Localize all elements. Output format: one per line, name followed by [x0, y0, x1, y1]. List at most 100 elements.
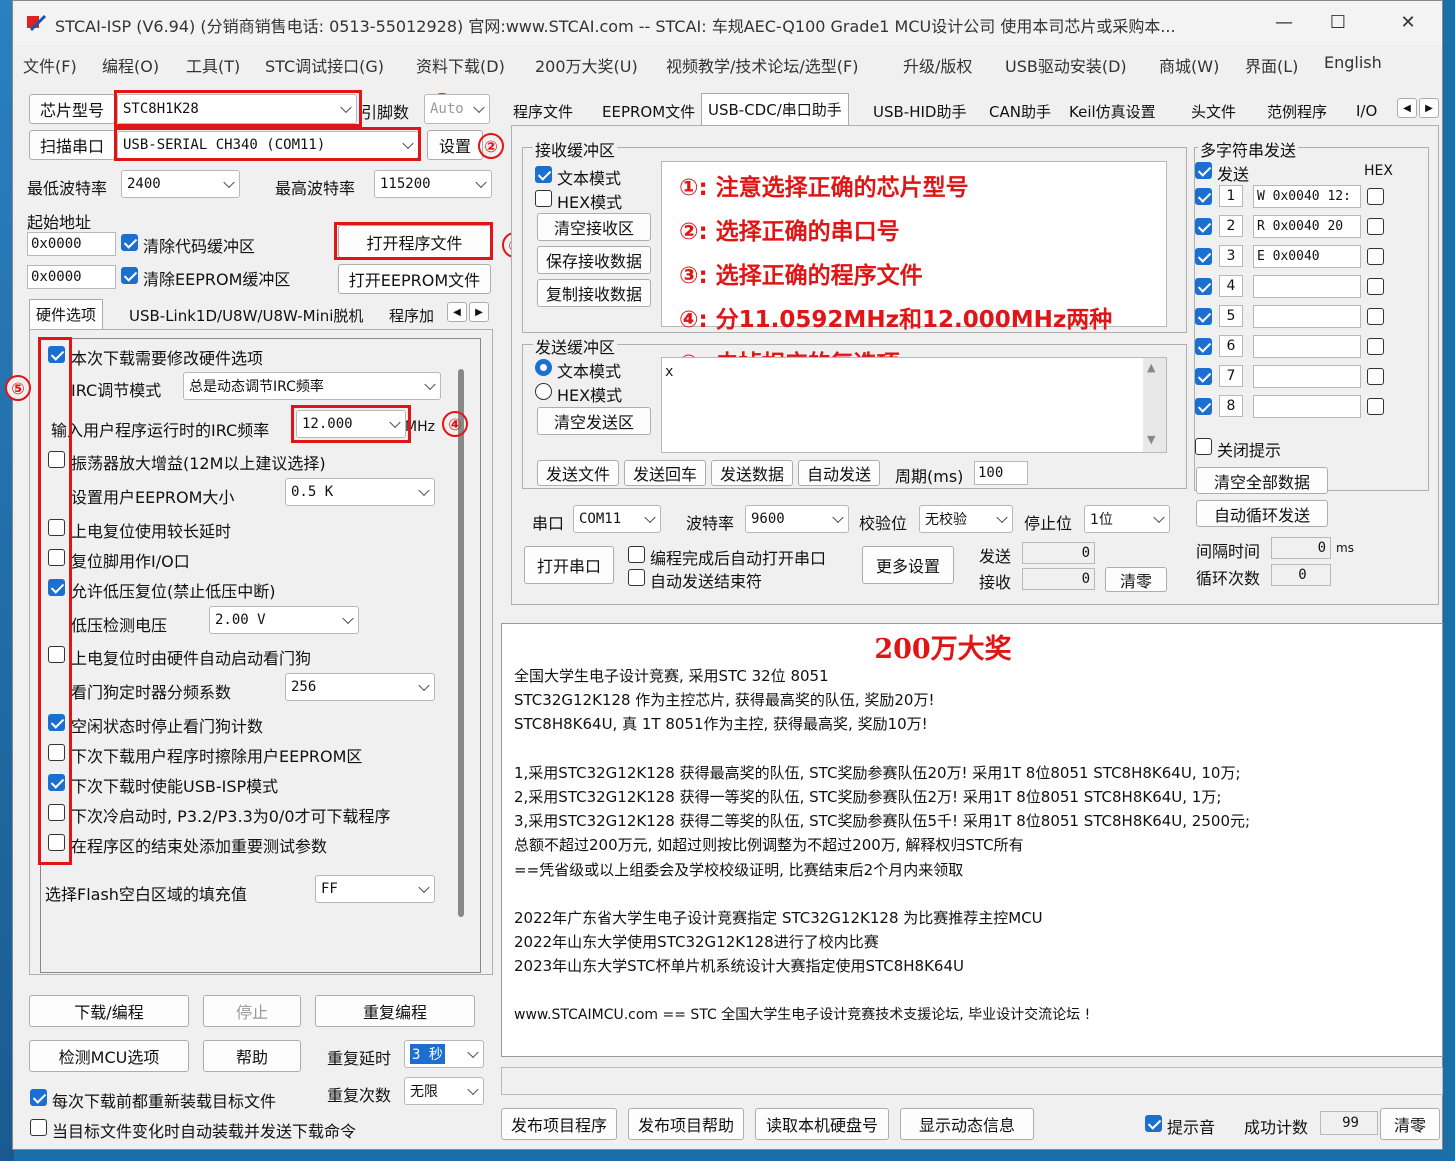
- reload-checkbox[interactable]: [30, 1089, 47, 1106]
- menu-file[interactable]: 文件(F): [23, 53, 77, 77]
- low-voltage-select[interactable]: 2.00 V: [209, 606, 359, 634]
- help-button[interactable]: 帮助: [203, 1040, 301, 1072]
- row-hex-checkbox[interactable]: [1367, 278, 1384, 295]
- code-address-input[interactable]: 0x0000: [27, 232, 116, 256]
- send-hex-mode-radio[interactable]: [535, 383, 552, 400]
- loop-count-input[interactable]: 0: [1271, 564, 1331, 586]
- row-hex-checkbox[interactable]: [1367, 188, 1384, 205]
- irc-mode-select[interactable]: 总是动态调节IRC频率: [183, 372, 441, 400]
- min-baud-select[interactable]: 2400: [121, 170, 240, 198]
- auto-loop-button[interactable]: 自动循环发送: [1196, 500, 1328, 527]
- menu-shop[interactable]: 商城(W): [1159, 53, 1219, 77]
- tab-scroll-right-icon[interactable]: ▶: [469, 302, 489, 322]
- pin-count-select[interactable]: Auto: [424, 94, 490, 124]
- open-eeprom-file-button[interactable]: 打开EEPROM文件: [338, 264, 491, 294]
- tab-examples[interactable]: 范例程序: [1261, 97, 1333, 125]
- close-tip-checkbox[interactable]: [1195, 438, 1212, 455]
- clear-recv-button[interactable]: 清空接收区: [537, 213, 651, 241]
- row-string-input[interactable]: [1253, 335, 1361, 358]
- watchdog-div-select[interactable]: 256: [285, 673, 435, 701]
- scan-port-button[interactable]: 扫描串口: [29, 130, 115, 160]
- auto-reload-checkbox[interactable]: [30, 1119, 47, 1136]
- send-file-button[interactable]: 发送文件: [537, 460, 619, 486]
- row-string-input[interactable]: E 0x0040: [1253, 245, 1361, 268]
- save-recv-button[interactable]: 保存接收数据: [537, 246, 651, 274]
- tab-serial-assistant[interactable]: USB-CDC/串口助手: [701, 93, 849, 125]
- row-hex-checkbox[interactable]: [1367, 368, 1384, 385]
- tab-hardware[interactable]: 硬件选项: [29, 299, 104, 329]
- row-hex-checkbox[interactable]: [1367, 338, 1384, 355]
- eeprom-size-select[interactable]: 0.5 K: [285, 478, 435, 506]
- tab-io[interactable]: I/O: [1350, 97, 1383, 125]
- row-number-button[interactable]: 6: [1219, 335, 1243, 357]
- tab-scroll-right-icon[interactable]: ▶: [1419, 98, 1439, 118]
- row-string-input[interactable]: [1253, 365, 1361, 388]
- menu-debug[interactable]: STC调试接口(G): [265, 53, 384, 77]
- scroll-down-icon[interactable]: ▼: [1147, 433, 1155, 446]
- max-baud-select[interactable]: 115200: [374, 170, 492, 198]
- clear-code-checkbox[interactable]: [121, 234, 138, 251]
- interval-input[interactable]: 0: [1271, 537, 1331, 559]
- row-string-input[interactable]: W 0x0040 12:: [1253, 185, 1361, 208]
- recv-hex-mode-checkbox[interactable]: [535, 190, 552, 207]
- repeat-delay-select[interactable]: 3 秒: [404, 1040, 484, 1068]
- row-number-button[interactable]: 5: [1219, 305, 1243, 327]
- clear-send-button[interactable]: 清空发送区: [537, 407, 651, 435]
- tab-scroll-left-icon[interactable]: ◀: [1397, 98, 1417, 118]
- minimize-icon[interactable]: —: [1261, 9, 1307, 37]
- menu-tools[interactable]: 工具(T): [186, 53, 240, 77]
- chip-model-button[interactable]: 芯片型号: [29, 94, 115, 124]
- row-enable-checkbox[interactable]: [1195, 278, 1212, 295]
- period-input[interactable]: 100: [974, 461, 1028, 485]
- row-enable-checkbox[interactable]: [1195, 188, 1212, 205]
- clear-count-button[interactable]: 清零: [1105, 567, 1167, 592]
- more-settings-button[interactable]: 更多设置: [862, 546, 954, 584]
- parity-select[interactable]: 无校验: [919, 505, 1013, 533]
- tab-scroll-left-icon[interactable]: ◀: [447, 302, 467, 322]
- tab-header[interactable]: 头文件: [1185, 97, 1242, 125]
- tab-can[interactable]: CAN助手: [983, 97, 1057, 125]
- auto-send-button[interactable]: 自动发送: [798, 460, 880, 486]
- auto-end-checkbox[interactable]: [628, 569, 645, 586]
- send-textarea[interactable]: x: [661, 357, 1167, 453]
- row-enable-checkbox[interactable]: [1195, 248, 1212, 265]
- show-info-button[interactable]: 显示动态信息: [900, 1108, 1034, 1140]
- flash-fill-select[interactable]: FF: [315, 875, 435, 903]
- row-hex-checkbox[interactable]: [1367, 398, 1384, 415]
- port-select[interactable]: COM11: [573, 505, 661, 533]
- row-string-input[interactable]: [1253, 305, 1361, 328]
- row-enable-checkbox[interactable]: [1195, 398, 1212, 415]
- copy-recv-button[interactable]: 复制接收数据: [537, 279, 651, 307]
- tab-keil[interactable]: Keil仿真设置: [1063, 97, 1162, 125]
- menu-english[interactable]: English: [1324, 53, 1382, 72]
- scroll-up-icon[interactable]: ▲: [1147, 361, 1155, 374]
- menu-upgrade[interactable]: 升级/版权: [903, 53, 972, 77]
- publish-help-button[interactable]: 发布项目帮助: [628, 1108, 744, 1140]
- close-icon[interactable]: ✕: [1385, 9, 1431, 37]
- row-string-input[interactable]: [1253, 275, 1361, 298]
- tab-hid[interactable]: USB-HID助手: [867, 97, 972, 125]
- read-disk-button[interactable]: 读取本机硬盘号: [755, 1108, 889, 1140]
- download-button[interactable]: 下载/编程: [29, 995, 189, 1027]
- tab-program-file[interactable]: 程序文件: [507, 97, 579, 125]
- clear-success-button[interactable]: 清零: [1380, 1108, 1440, 1140]
- menu-award[interactable]: 200万大奖(U): [535, 53, 638, 77]
- send-data-button[interactable]: 发送数据: [711, 460, 793, 486]
- row-number-button[interactable]: 7: [1219, 365, 1243, 387]
- row-number-button[interactable]: 8: [1219, 395, 1243, 417]
- open-port-button[interactable]: 打开串口: [524, 546, 614, 584]
- send-return-button[interactable]: 发送回车: [624, 460, 706, 486]
- repeat-program-button[interactable]: 重复编程: [315, 995, 475, 1027]
- row-string-input[interactable]: R 0x0040 20: [1253, 215, 1361, 238]
- menu-program[interactable]: 编程(O): [102, 53, 159, 77]
- row-number-button[interactable]: 1: [1219, 185, 1243, 207]
- menu-download[interactable]: 资料下载(D): [416, 53, 505, 77]
- row-string-input[interactable]: [1253, 395, 1361, 418]
- clear-all-button[interactable]: 清空全部数据: [1196, 467, 1328, 494]
- row-hex-checkbox[interactable]: [1367, 248, 1384, 265]
- tab-usb-link[interactable]: USB-Link1D/U8W/U8W-Mini脱机: [123, 301, 369, 329]
- stop-bits-select[interactable]: 1位: [1084, 505, 1170, 533]
- beep-checkbox[interactable]: [1145, 1115, 1162, 1132]
- menu-ui[interactable]: 界面(L): [1245, 53, 1298, 77]
- eeprom-address-input[interactable]: 0x0000: [27, 265, 116, 289]
